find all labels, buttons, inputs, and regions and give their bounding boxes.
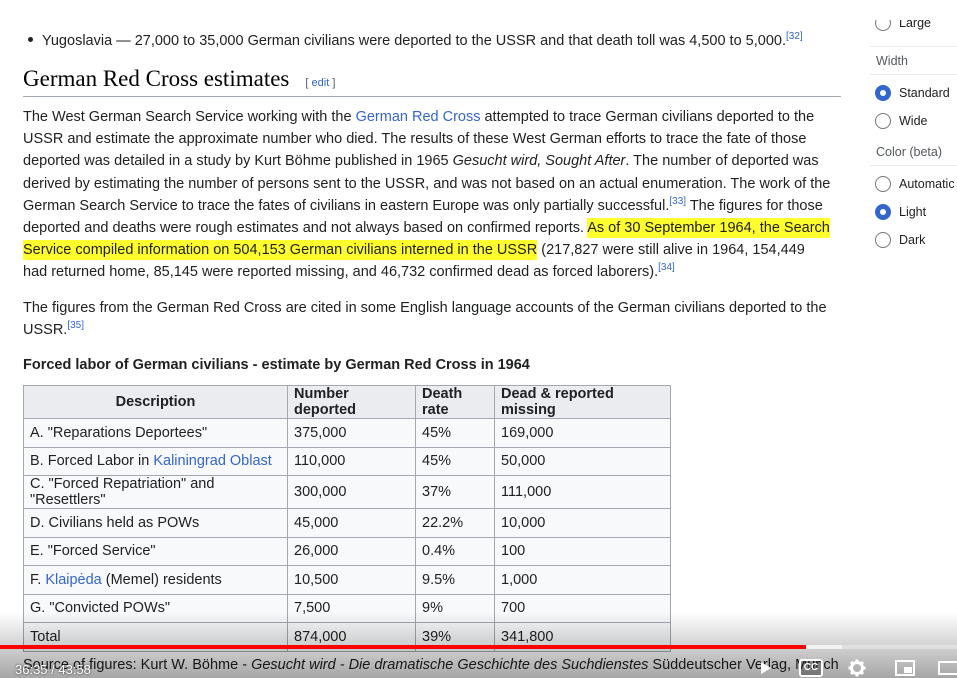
cell-death-rate: 9.5% xyxy=(415,565,495,595)
edit-link[interactable]: edit xyxy=(312,77,330,89)
cell-description: A. "Reparations Deportees" xyxy=(23,418,288,448)
table-row: A. "Reparations Deportees" 375,000 45% 169,… xyxy=(23,418,671,448)
paragraph-english-accounts: The figures from the German Red Cross ar… xyxy=(23,300,827,339)
cell-death-rate: 9% xyxy=(415,593,495,623)
table-body: A. "Reparations Deportees" 375,000 45% 169,… xyxy=(23,418,671,652)
sidebar-divider xyxy=(870,165,957,166)
radio-icon xyxy=(875,20,891,31)
cell-description: B. Forced Labor in Kaliningrad Oblast xyxy=(23,446,288,476)
header-death-rate: Death rate xyxy=(415,385,495,419)
cell-description: D. Civilians held as POWs xyxy=(23,508,288,538)
table-header-row: Description Number deported Death rate D… xyxy=(23,385,671,419)
progress-bar[interactable] xyxy=(0,645,957,649)
miniplayer-icon[interactable] xyxy=(893,658,917,678)
play-icon-svg xyxy=(761,662,771,674)
bullet-text: Yugoslavia — 27,000 to 35,000 German civ… xyxy=(42,33,786,49)
cell-death-rate: 0.4% xyxy=(415,536,495,566)
cell-death-rate: 45% xyxy=(415,446,495,476)
header-description: Description xyxy=(23,385,288,419)
color-label: Color (beta) xyxy=(876,145,942,159)
radio-color-automatic[interactable]: Automatic xyxy=(875,174,955,194)
german-red-cross-link[interactable]: German Red Cross xyxy=(356,109,481,125)
cell-description: F. Klaipėda (Memel) residents xyxy=(23,565,288,595)
radio-width-standard[interactable]: Standard xyxy=(875,83,950,103)
radio-icon xyxy=(875,176,891,192)
table-row: E. "Forced Service" 26,000 0.4% 100 xyxy=(23,536,671,566)
miniplayer-icon-svg xyxy=(895,660,915,676)
cell-number-deported: 10,500 xyxy=(287,565,416,595)
cell-death-rate: 37% xyxy=(415,475,495,509)
cell-dead-missing: 100 xyxy=(494,536,671,566)
table-row: C. "Forced Repatriation" and "Resettlers… xyxy=(23,475,671,509)
radio-icon xyxy=(875,232,891,248)
radio-large-partial[interactable]: Large xyxy=(875,20,931,36)
wikipedia-page: Yugoslavia — 27,000 to 35,000 German civ… xyxy=(0,0,957,678)
cell-dead-missing: 700 xyxy=(494,593,671,623)
cell-number-deported: 26,000 xyxy=(287,536,416,566)
radio-width-wide[interactable]: Wide xyxy=(875,111,927,131)
section-heading: German Red Cross estimates [ edit ] xyxy=(23,66,841,97)
cell-dead-missing: 169,000 xyxy=(494,418,671,448)
section-title: German Red Cross estimates xyxy=(23,66,290,91)
cell-death-rate: 22.2% xyxy=(415,508,495,538)
citation-33[interactable]: [33] xyxy=(669,196,686,207)
table-source: Source of figures: Kurt W. Böhme - Gesuc… xyxy=(23,657,839,673)
forced-labor-table: Description Number deported Death rate D… xyxy=(23,385,671,652)
theater-icon-svg xyxy=(938,661,957,675)
table-row: F. Klaipėda (Memel) residents 10,500 9.5% 1… xyxy=(23,565,671,595)
cell-number-deported: 45,000 xyxy=(287,508,416,538)
radio-icon xyxy=(875,85,891,101)
settings-gear-icon[interactable] xyxy=(846,658,868,678)
citation-34[interactable]: [34] xyxy=(658,263,675,274)
radio-icon xyxy=(875,113,891,129)
citation-35[interactable]: [35] xyxy=(67,320,84,331)
table-row: D. Civilians held as POWs 45,000 22.2% 10,0… xyxy=(23,508,671,538)
theater-icon[interactable] xyxy=(938,658,957,678)
radio-color-dark[interactable]: Dark xyxy=(875,230,925,250)
cell-description: G. "Convicted POWs" xyxy=(23,593,288,623)
citation-32[interactable]: [32] xyxy=(786,31,803,42)
edit-section: [ edit ] xyxy=(305,77,336,89)
header-number-deported: Number deported xyxy=(287,385,416,419)
cell-dead-missing: 111,000 xyxy=(494,475,671,509)
gear-icon-svg xyxy=(848,659,866,677)
width-label: Width xyxy=(876,54,908,68)
progress-played xyxy=(0,645,806,649)
table-place-link[interactable]: Kaliningrad Oblast xyxy=(153,453,272,469)
time-display: 36:35 / 43:58 xyxy=(15,662,91,677)
cell-number-deported: 110,000 xyxy=(287,446,416,476)
radio-color-light[interactable]: Light xyxy=(875,202,926,222)
bullet-dot xyxy=(28,37,33,43)
paragraph-search-service: The West German Search Service working w… xyxy=(23,109,831,281)
cell-dead-missing: 1,000 xyxy=(494,565,671,595)
cell-description: C. "Forced Repatriation" and "Resettlers… xyxy=(23,475,288,509)
radio-icon xyxy=(875,204,891,220)
cell-dead-missing: 50,000 xyxy=(494,446,671,476)
table-row: B. Forced Labor in Kaliningrad Oblast 110… xyxy=(23,446,671,476)
cell-death-rate: 45% xyxy=(415,418,495,448)
sidebar-divider xyxy=(870,74,957,75)
cell-description: E. "Forced Service" xyxy=(23,536,288,566)
table-place-link[interactable]: Klaipėda xyxy=(45,572,101,588)
progress-buffered xyxy=(805,645,843,649)
cell-number-deported: 375,000 xyxy=(287,418,416,448)
header-dead-missing: Dead & reported missing xyxy=(494,385,671,419)
cell-dead-missing: 10,000 xyxy=(494,508,671,538)
cell-number-deported: 7,500 xyxy=(287,593,416,623)
bullet-item-yugoslavia: Yugoslavia — 27,000 to 35,000 German civ… xyxy=(28,30,848,52)
table-caption: Forced labor of German civilians - estim… xyxy=(23,357,530,373)
cc-icon[interactable]: CC xyxy=(798,658,824,678)
play-icon[interactable] xyxy=(756,658,776,678)
sidebar-divider xyxy=(870,46,957,47)
table-row: G. "Convicted POWs" 7,500 9% 700 xyxy=(23,593,671,623)
cell-number-deported: 300,000 xyxy=(287,475,416,509)
